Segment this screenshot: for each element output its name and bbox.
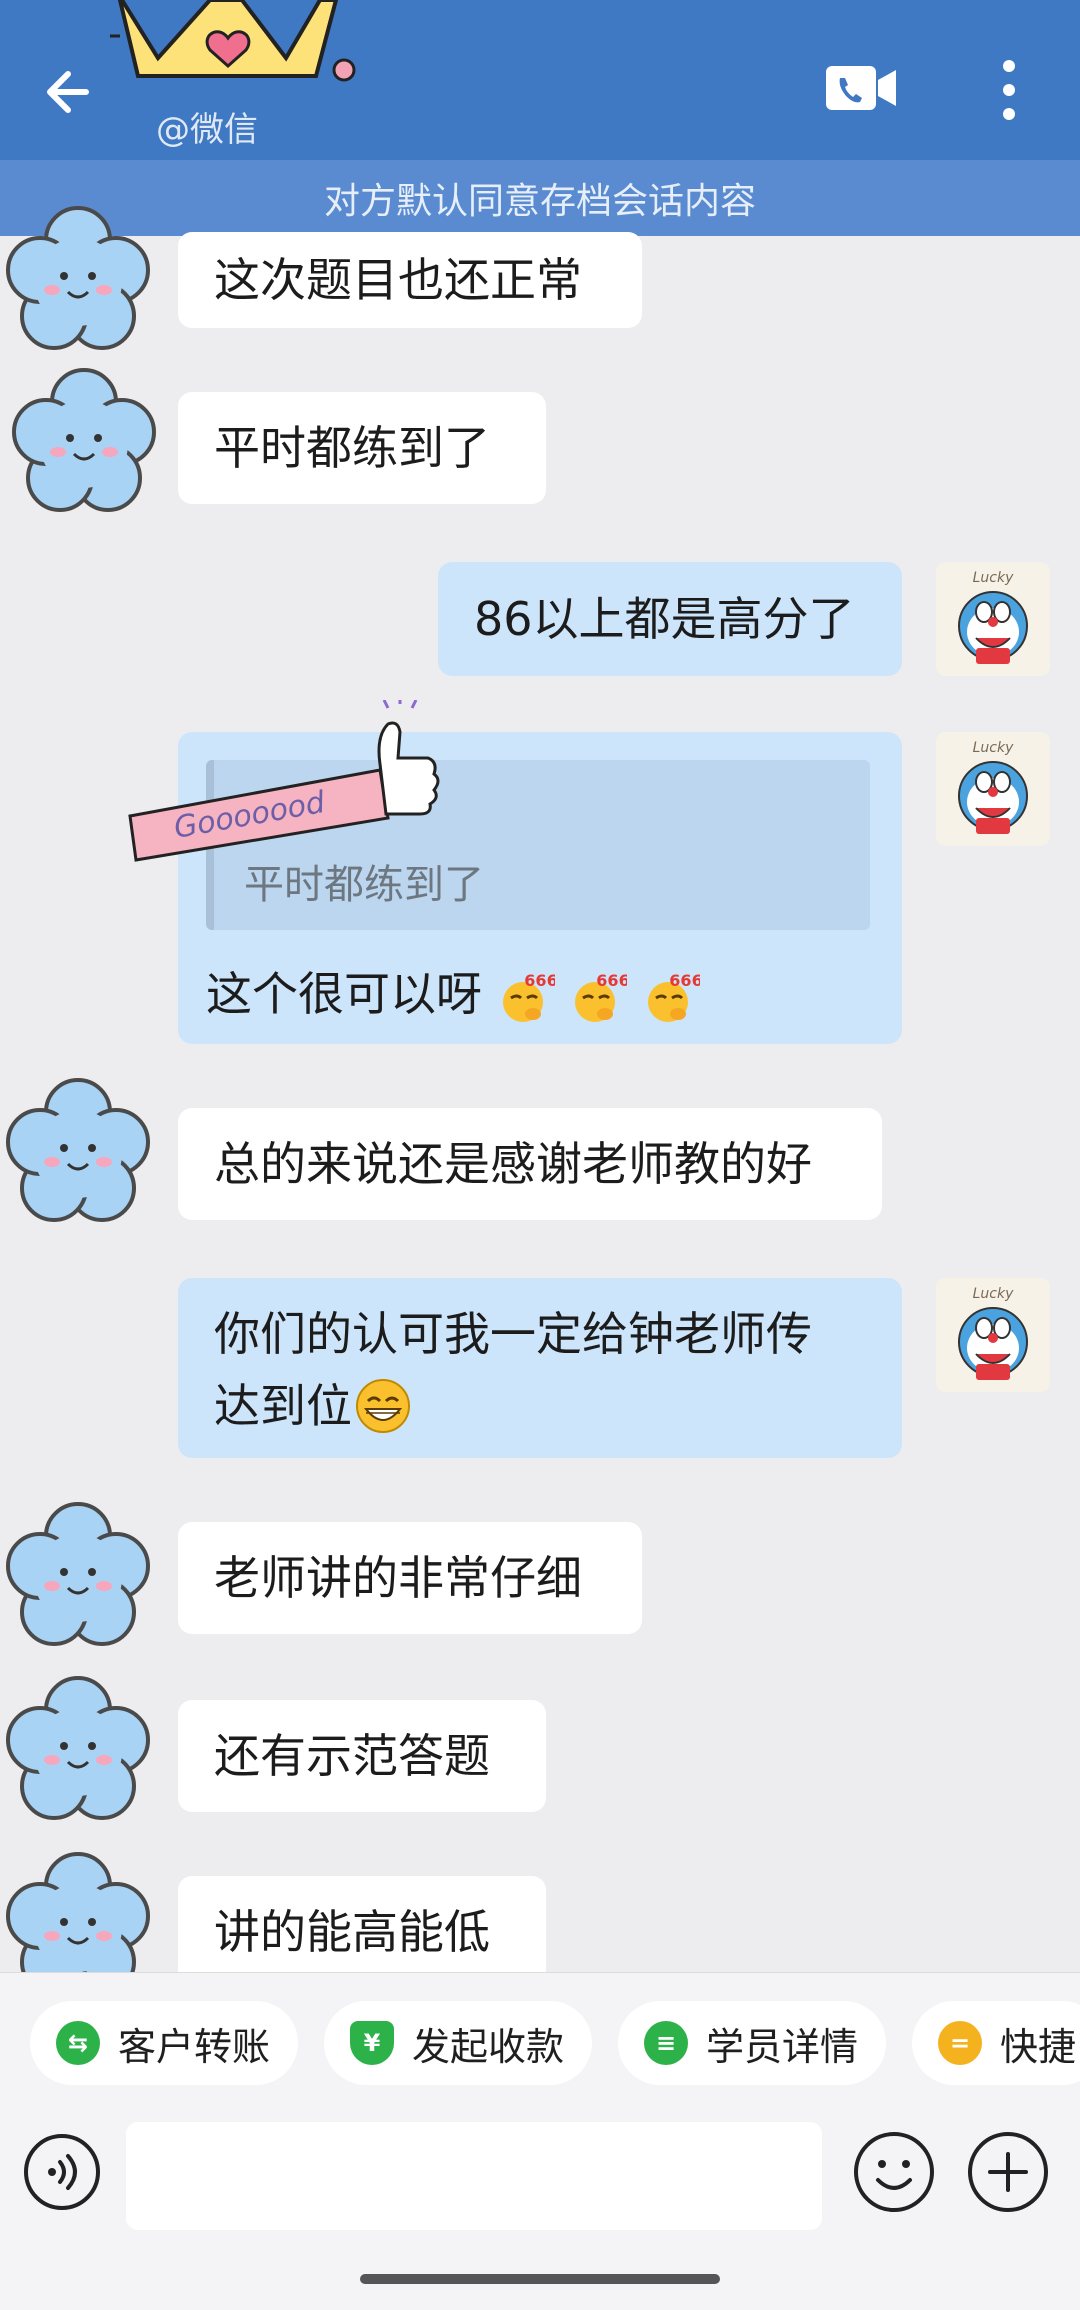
message-bubble[interactable]: 这次题目也还正常 xyxy=(178,232,642,328)
contact-avatar[interactable] xyxy=(0,1072,158,1232)
message-text: 86以上都是高分了 xyxy=(474,592,855,646)
message-text: 总的来说还是感谢老师教的好 xyxy=(214,1137,812,1191)
student-details-button[interactable]: ≡ 学员详情 xyxy=(618,2001,887,2085)
emoji-icon[interactable] xyxy=(852,2130,936,2214)
video-call-icon[interactable] xyxy=(826,64,898,112)
chip-label: 学员详情 xyxy=(706,2024,859,2069)
svg-text:666: 666 xyxy=(597,972,628,990)
svg-text:666: 666 xyxy=(669,972,700,990)
thumbs-up-sticker-icon: Gooooood xyxy=(128,700,440,862)
message-text: 这个很可以呀 666 666 666 xyxy=(206,958,703,1024)
request-payment-button[interactable]: ¥ 发起收款 xyxy=(324,2001,593,2085)
my-avatar[interactable] xyxy=(936,562,1050,676)
chat-header: @微信 xyxy=(0,0,1080,160)
plus-icon[interactable] xyxy=(966,2130,1050,2214)
more-options-icon[interactable] xyxy=(990,58,1028,122)
my-message-bubble[interactable]: 86以上都是高分了 xyxy=(438,562,902,676)
back-arrow-icon[interactable] xyxy=(36,56,108,128)
message-bubble[interactable]: 平时都练到了 xyxy=(178,392,546,504)
emoji-666-icon: 666 xyxy=(497,971,557,1024)
emoji-666-icon: 666 xyxy=(642,971,703,1024)
message-bubble[interactable]: 还有示范答题 xyxy=(178,1700,546,1812)
message-text-line: 你们的认可我一定给钟老师传 xyxy=(214,1307,812,1361)
svg-text:666: 666 xyxy=(524,972,555,990)
chip-label: 快捷 xyxy=(1000,2024,1077,2069)
quick-actions-bar: ⇆ 客户转账 ¥ 发起收款 ≡ 学员详情 = 快捷 xyxy=(0,1972,1080,2108)
contact-avatar[interactable] xyxy=(0,1670,158,1830)
message-text: 还有示范答题 xyxy=(214,1729,490,1783)
voice-input-icon[interactable] xyxy=(22,2132,102,2212)
home-indicator[interactable] xyxy=(360,2274,720,2284)
chip-label: 客户转账 xyxy=(118,2024,271,2069)
message-text: 这次题目也还正常 xyxy=(214,253,582,307)
message-text: 讲的能高能低 xyxy=(214,1905,490,1959)
my-message-bubble[interactable]: 你们的认可我一定给钟老师传 达到位 xyxy=(178,1278,902,1458)
my-avatar[interactable] xyxy=(936,1278,1050,1392)
message-bubble[interactable]: 老师讲的非常仔细 xyxy=(178,1522,642,1634)
input-bar xyxy=(0,2108,1080,2258)
contact-avatar[interactable] xyxy=(0,200,158,360)
message-text: 老师讲的非常仔细 xyxy=(214,1551,582,1605)
grin-emoji-icon xyxy=(356,1379,410,1433)
customer-transfer-button[interactable]: ⇆ 客户转账 xyxy=(30,2001,299,2085)
quick-reply-button[interactable]: = 快捷 xyxy=(912,2001,1080,2085)
message-input[interactable] xyxy=(126,2122,822,2230)
system-nav-area xyxy=(0,2258,1080,2310)
message-text-line: 达到位 xyxy=(214,1370,866,1442)
contact-avatar[interactable] xyxy=(0,1496,158,1656)
chip-label: 发起收款 xyxy=(412,2024,565,2069)
watermark-text: @微信 xyxy=(156,110,258,150)
student-icon: ≡ xyxy=(644,2021,688,2065)
message-bubble[interactable]: 总的来说还是感谢老师教的好 xyxy=(178,1108,882,1220)
contact-avatar[interactable] xyxy=(4,362,164,522)
archive-notice-bar: 对方默认同意存档会话内容 xyxy=(0,160,1080,236)
transfer-icon: ⇆ xyxy=(56,2021,100,2065)
quick-reply-icon: = xyxy=(938,2021,982,2065)
message-text: 平时都练到了 xyxy=(214,421,490,475)
emoji-666-icon: 666 xyxy=(569,971,630,1024)
yuan-shield-icon: ¥ xyxy=(350,2021,394,2065)
crown-sticker-icon xyxy=(110,0,356,82)
my-avatar[interactable] xyxy=(936,732,1050,846)
